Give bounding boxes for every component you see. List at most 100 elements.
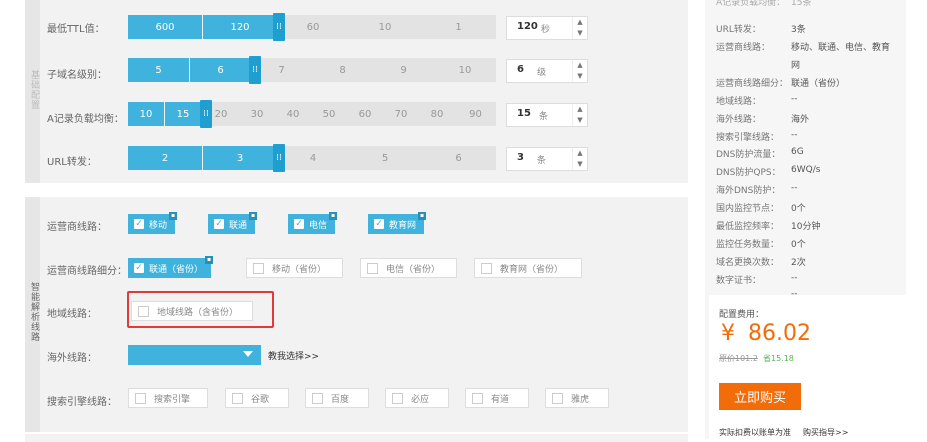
url-forward-slider[interactable]: 2 3 4 5 6 ⁞⁞ xyxy=(128,144,496,172)
url-forward-stepper[interactable]: 3 条 ▲ ▼ xyxy=(506,147,588,171)
purchase-guide-link[interactable]: 购买指导>> xyxy=(803,427,848,438)
a-record-seg[interactable]: 80 xyxy=(419,102,455,126)
url-forward-value: 3 xyxy=(517,152,524,163)
carrier-checkbox-edu[interactable]: ✓ 教育网 ▪ xyxy=(368,212,427,234)
lock-icon: ▪ xyxy=(169,212,178,220)
original-price: 原价101.2 xyxy=(719,354,758,363)
price-label: 配置费用： xyxy=(719,310,765,320)
summary-value: 6WQ/s xyxy=(791,165,821,175)
url-forward-seg[interactable]: 5 xyxy=(349,146,421,170)
search-engine-checkbox[interactable]: 必应 xyxy=(385,388,449,408)
caret-down-icon xyxy=(243,351,253,357)
url-forward-seg[interactable]: 3 xyxy=(203,146,277,170)
summary-row: URL转发： 3条 xyxy=(716,22,806,35)
region-label: 地域线路： xyxy=(47,309,97,320)
subdomain-slider-handle[interactable]: ⁞⁞ xyxy=(249,56,261,84)
subdomain-seg[interactable]: 6 xyxy=(190,58,251,82)
carrier-detail-option-label: 联通（省份） xyxy=(149,264,204,275)
a-record-seg[interactable]: 30 xyxy=(239,102,275,126)
summary-value: -- xyxy=(791,94,798,104)
url-forward-seg[interactable]: 6 xyxy=(421,146,496,170)
summary-label: 最低监控频率： xyxy=(716,222,780,232)
summary-row: DNS防护QPS： 6WQ/s xyxy=(716,165,820,178)
search-engine-checkbox[interactable]: 雅虎 xyxy=(545,388,609,408)
search-engine-option-label: 雅虎 xyxy=(571,394,590,405)
a-record-down-icon[interactable]: ▼ xyxy=(572,115,587,126)
subdomain-slider[interactable]: 5 6 7 8 9 10 ⁞⁞ xyxy=(128,56,496,84)
search-engine-checkbox[interactable]: 搜索引擎 xyxy=(128,388,208,408)
ttl-seg[interactable]: 10 xyxy=(349,15,421,39)
overseas-help-link[interactable]: 教我选择>> xyxy=(268,349,319,362)
a-record-value: 15 xyxy=(517,108,531,119)
url-forward-down-icon[interactable]: ▼ xyxy=(572,159,587,170)
ttl-seg[interactable]: 1 xyxy=(421,15,496,39)
carrier-detail-checkbox-unicom[interactable]: ✓ 联通（省份） ▪ xyxy=(128,256,214,278)
a-record-seg[interactable]: 50 xyxy=(311,102,347,126)
a-record-seg[interactable]: 60 xyxy=(347,102,383,126)
subdomain-seg[interactable]: 5 xyxy=(128,58,190,82)
ttl-slider-handle[interactable]: ⁞⁞ xyxy=(273,13,285,41)
summary-row: DNS防护流量： 6G xyxy=(716,147,804,160)
summary-value: 2次 xyxy=(791,258,806,268)
ttl-stepper[interactable]: 120 秒 ▲ ▼ xyxy=(506,16,588,40)
a-record-seg[interactable]: 70 xyxy=(383,102,419,126)
ttl-down-icon[interactable]: ▼ xyxy=(572,28,587,39)
checkbox-icon xyxy=(253,262,264,274)
carrier-checkbox-mobile[interactable]: ✓ 移动 ▪ xyxy=(128,212,178,234)
a-record-stepper[interactable]: 15 条 ▲ ▼ xyxy=(506,103,588,127)
checkbox-icon xyxy=(472,392,483,404)
summary-row: 数字证书： -- xyxy=(716,273,798,286)
subdomain-seg[interactable]: 10 xyxy=(434,58,496,82)
ttl-seg[interactable]: 60 xyxy=(277,15,349,39)
buy-now-button[interactable]: 立即购买 xyxy=(719,383,801,410)
a-record-seg[interactable]: 10 xyxy=(128,102,165,126)
billing-note: 实际扣费以账单为准 xyxy=(719,428,791,437)
subdomain-down-icon[interactable]: ▼ xyxy=(572,71,587,82)
a-record-seg[interactable]: 90 xyxy=(455,102,496,126)
a-record-slider-handle[interactable]: ⁞⁞ xyxy=(200,100,212,128)
checkbox-icon xyxy=(481,262,492,274)
carrier-detail-checkbox-telecom[interactable]: 电信（省份） xyxy=(360,258,457,278)
subdomain-seg[interactable]: 8 xyxy=(312,58,373,82)
checkbox-icon xyxy=(135,392,146,404)
ttl-seg[interactable]: 120 xyxy=(203,15,277,39)
carrier-checkbox-telecom[interactable]: ✓ 电信 ▪ xyxy=(288,212,338,234)
ttl-slider[interactable]: 600 120 60 10 1 ⁞⁞ xyxy=(128,13,496,41)
a-record-seg[interactable]: 15 xyxy=(165,102,201,126)
summary-row: 海外线路： 海外 xyxy=(716,112,809,125)
summary-value: 网 xyxy=(791,61,801,71)
subdomain-stepper[interactable]: 6 级 ▲ ▼ xyxy=(506,59,588,83)
carrier-detail-checkbox-edu[interactable]: 教育网（省份） xyxy=(474,258,582,278)
summary-label: 海外线路： xyxy=(716,115,762,125)
url-forward-seg[interactable]: 2 xyxy=(128,146,203,170)
carrier-option-label: 电信 xyxy=(309,220,328,231)
url-forward-slider-handle[interactable]: ⁞⁞ xyxy=(273,144,285,172)
lock-icon: ▪ xyxy=(329,212,338,220)
search-engine-checkbox[interactable]: 有道 xyxy=(465,388,529,408)
summary-row: 运营商线路细分： 联通（省份） xyxy=(716,76,845,89)
subdomain-seg[interactable]: 9 xyxy=(373,58,434,82)
overseas-dropdown[interactable] xyxy=(128,345,261,365)
summary-row: 监控任务数量： 0个 xyxy=(716,237,806,250)
ttl-seg[interactable]: 600 xyxy=(128,15,203,39)
a-record-label: A记录负载均衡： xyxy=(47,114,124,125)
check-icon: ✓ xyxy=(134,263,144,273)
search-engine-checkbox[interactable]: 谷歌 xyxy=(225,388,289,408)
url-forward-seg[interactable]: 4 xyxy=(277,146,349,170)
ttl-up-icon[interactable]: ▲ xyxy=(572,17,587,28)
summary-label: DNS防护流量： xyxy=(716,150,781,160)
subdomain-up-icon[interactable]: ▲ xyxy=(572,60,587,71)
carrier-label: 运营商线路： xyxy=(47,222,107,233)
price-amount: 86.02 xyxy=(748,321,811,346)
summary-label: 搜索引擎线路： xyxy=(716,133,780,143)
url-forward-up-icon[interactable]: ▲ xyxy=(572,148,587,159)
summary-row: 海外DNS防护： -- xyxy=(716,183,798,196)
a-record-slider[interactable]: 10 15 20 30 40 50 60 70 80 90 ⁞⁞ xyxy=(128,100,496,128)
carrier-detail-checkbox-mobile[interactable]: 移动（省份） xyxy=(246,258,343,278)
carrier-detail-option-label: 移动（省份） xyxy=(272,264,327,275)
search-engine-checkbox[interactable]: 百度 xyxy=(305,388,369,408)
check-icon: ✓ xyxy=(134,219,144,229)
a-record-up-icon[interactable]: ▲ xyxy=(572,104,587,115)
carrier-checkbox-unicom[interactable]: ✓ 联通 ▪ xyxy=(208,212,258,234)
a-record-seg[interactable]: 40 xyxy=(275,102,311,126)
